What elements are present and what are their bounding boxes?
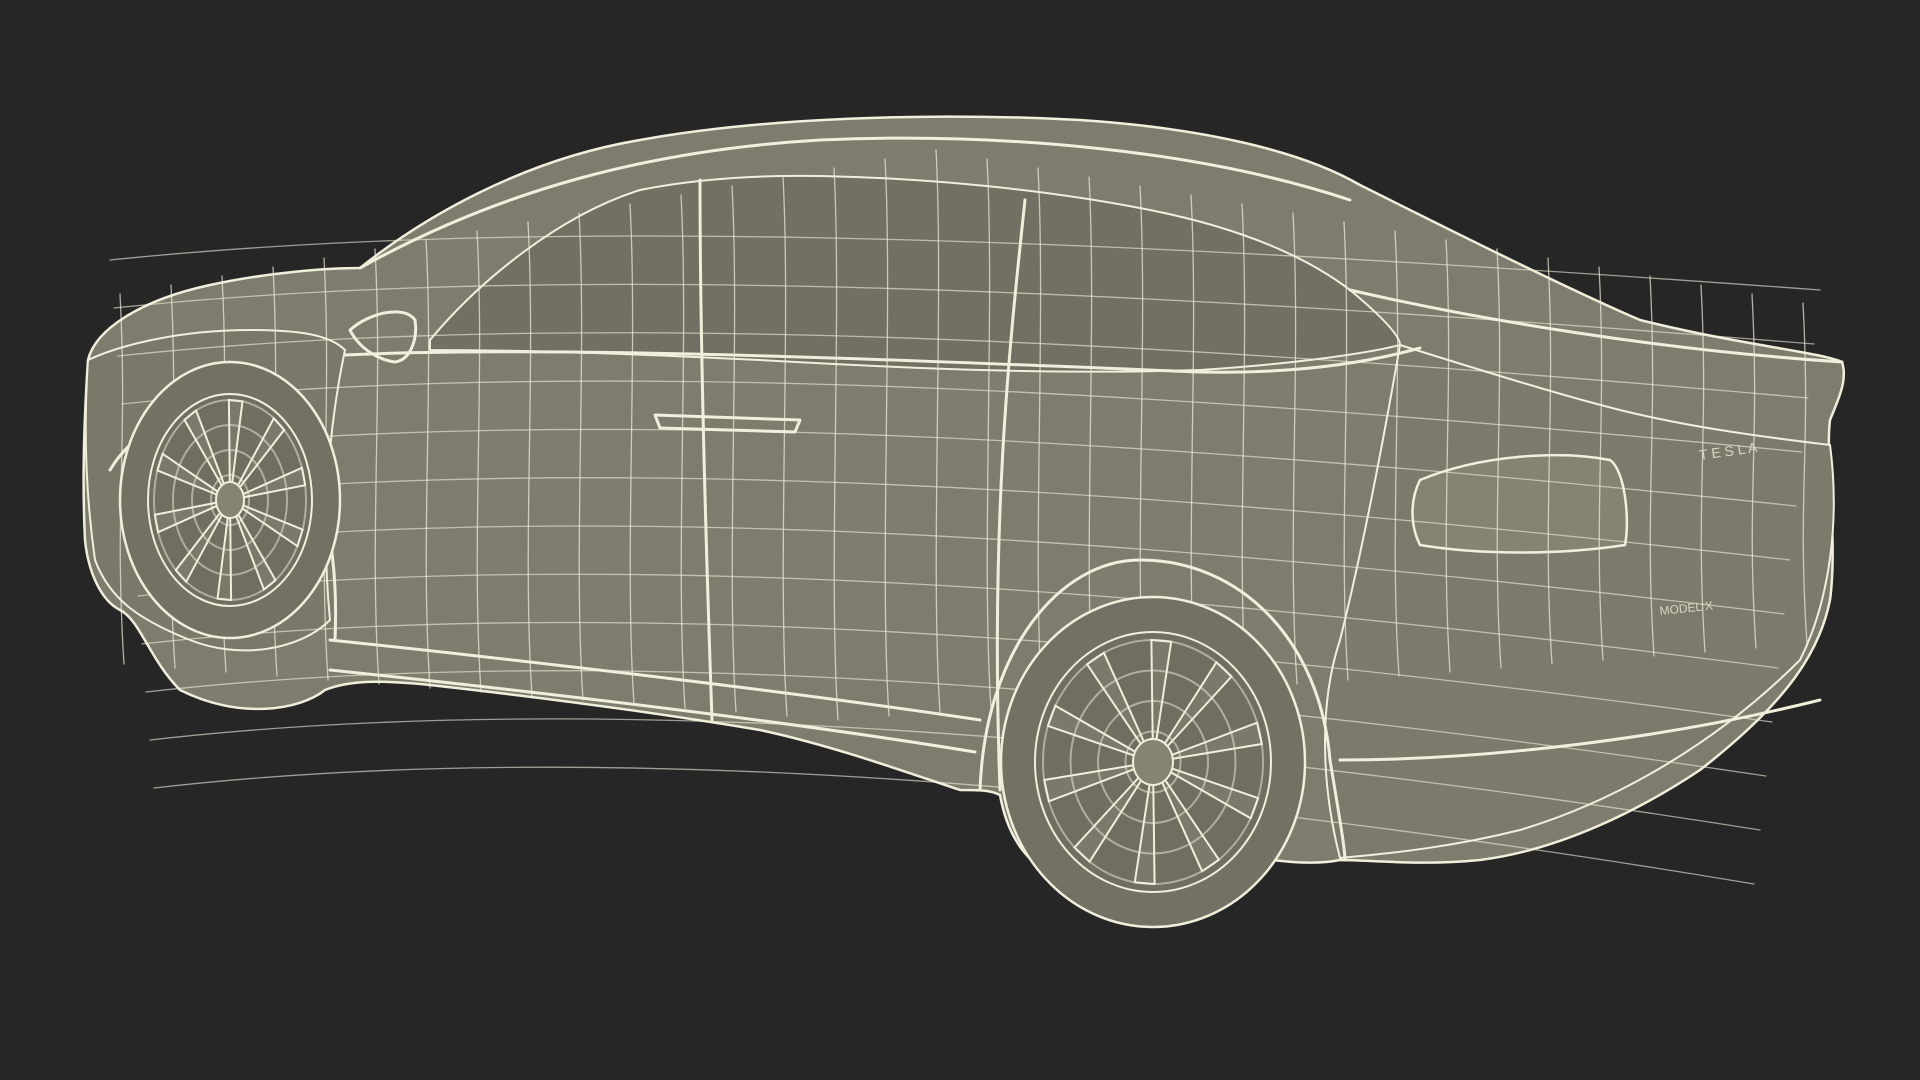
render-viewport: T E S L A MODEL X [0,0,1920,1080]
car-wireframe-render: T E S L A MODEL X [0,0,1920,1080]
front-hub [215,481,245,519]
front-wheel [118,360,342,640]
rear-wheel [999,595,1307,929]
rear-hub [1132,738,1174,786]
